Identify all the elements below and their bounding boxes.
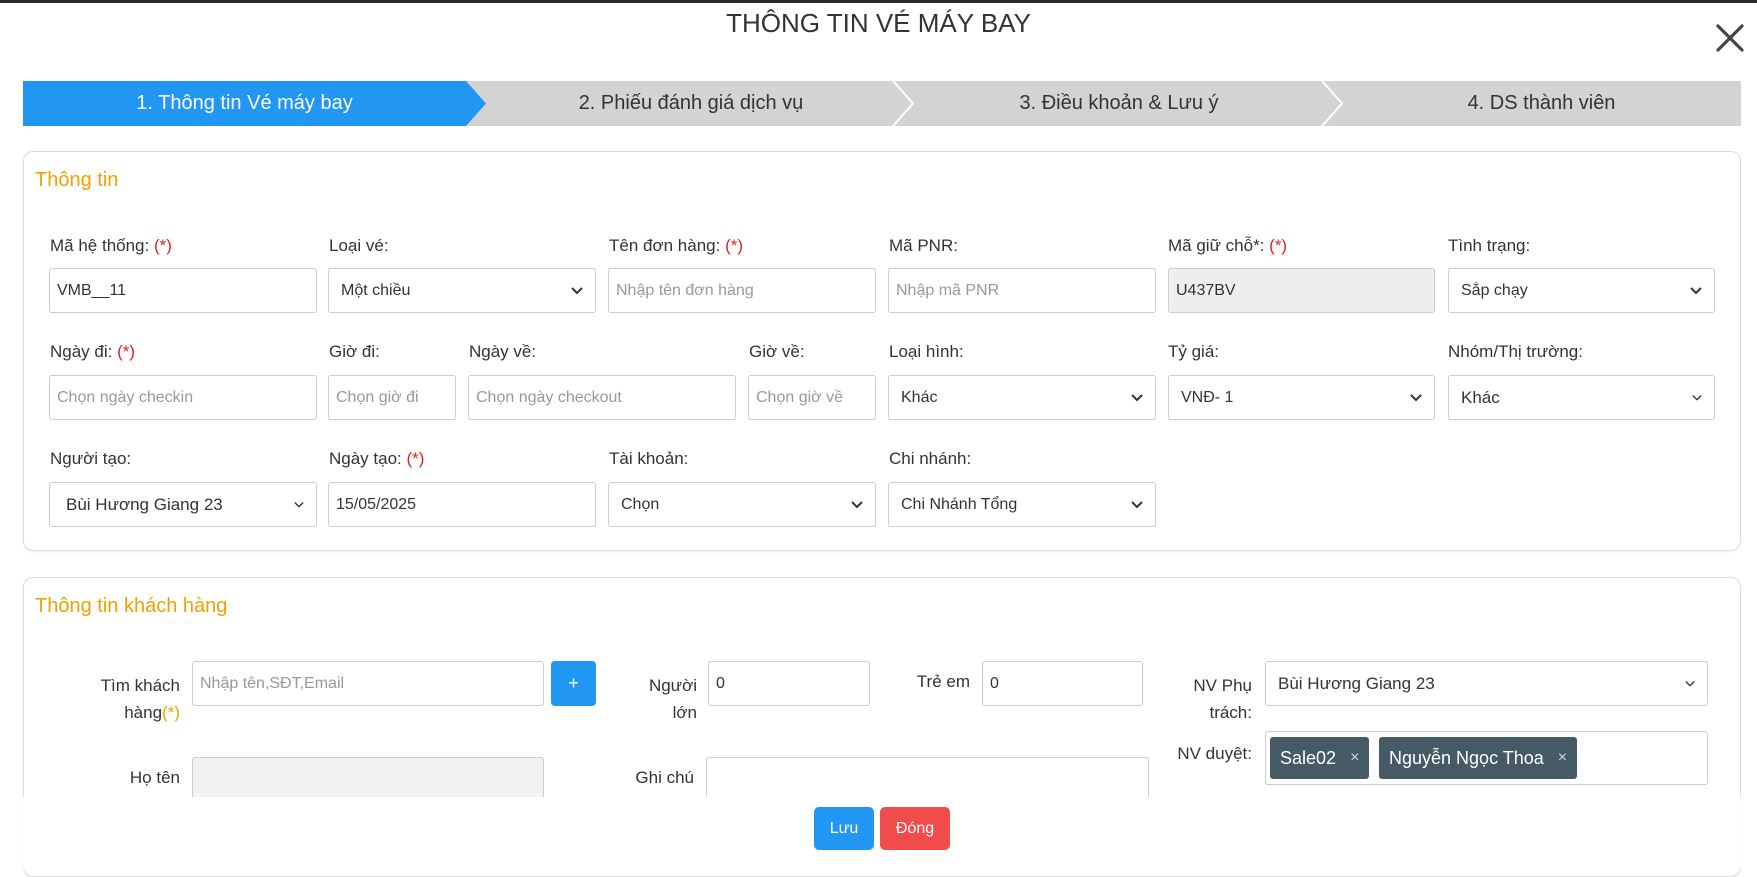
modal-title: THÔNG TIN VÉ MÁY BAY: [726, 8, 1031, 38]
nhom-select[interactable]: Khác: [1448, 375, 1715, 420]
nguoi-tao-select[interactable]: Bùi Hương Giang 23: [49, 482, 317, 527]
ma-pnr-label: Mã PNR:: [889, 236, 958, 255]
ma-he-thong-input[interactable]: VMB__11: [49, 268, 317, 313]
nv-duyet-label: NV duyệt:: [1177, 744, 1252, 763]
ngay-ve-input[interactable]: Chọn ngày checkout: [468, 375, 736, 420]
nhom-label: Nhóm/Thị trường:: [1448, 342, 1583, 361]
gio-di-label: Giờ đi:: [329, 342, 380, 361]
ma-pnr-input[interactable]: Nhập mã PNR: [888, 268, 1156, 313]
gio-ve-label: Giờ về:: [749, 342, 805, 361]
save-button[interactable]: Lưu: [814, 807, 874, 850]
ngay-ve-label: Ngày về:: [469, 342, 537, 361]
tim-khach-hang-input[interactable]: Nhập tên,SĐT,Email: [192, 661, 544, 706]
chi-nhanh-label: Chi nhánh:: [889, 449, 972, 468]
chevron-down-icon: [1692, 394, 1702, 401]
chevron-down-icon: [571, 286, 583, 294]
chevron-down-icon: [851, 500, 863, 508]
nguoi-lon-input[interactable]: 0: [708, 661, 870, 706]
gio-di-input[interactable]: Chọn giờ đi: [328, 375, 456, 420]
chevron-down-icon: [1685, 680, 1695, 687]
tab-phieu-danh-gia[interactable]: 2. Phiếu đánh giá dịch vụ: [486, 81, 896, 126]
loai-hinh-label: Loại hình:: [889, 342, 964, 361]
tab-ds-thanh-vien[interactable]: 4. DS thành viên: [1342, 81, 1741, 126]
loai-ve-select[interactable]: Một chiều: [328, 268, 596, 313]
chi-nhanh-select[interactable]: Chi Nhánh Tổng: [888, 482, 1156, 527]
top-strip: [0, 0, 1757, 3]
ghi-chu-textarea[interactable]: [706, 757, 1149, 801]
tai-khoan-select[interactable]: Chọn: [608, 482, 876, 527]
ghi-chu-label: Ghi chú: [635, 768, 694, 787]
ty-gia-select[interactable]: VNĐ- 1: [1168, 375, 1435, 420]
ngay-tao-input[interactable]: 15/05/2025: [328, 482, 596, 527]
ten-don-hang-label: Tên đơn hàng: (*): [609, 236, 744, 255]
tim-khach-hang-label: Tìm khách hàng(*): [100, 676, 180, 722]
ten-don-hang-input[interactable]: Nhập tên đơn hàng: [608, 268, 876, 313]
nguoi-tao-label: Người tạo:: [50, 449, 132, 468]
chevron-down-icon: [1690, 286, 1702, 294]
remove-tag-icon[interactable]: ×: [1558, 749, 1567, 767]
tab-thong-tin-ve[interactable]: 1. Thông tin Vé máy bay: [23, 81, 466, 126]
nv-phu-trach-select[interactable]: Bùi Hương Giang 23: [1265, 661, 1708, 706]
tai-khoan-label: Tài khoản:: [609, 449, 689, 468]
info-card-title: Thông tin: [35, 169, 119, 191]
tinh-trang-select[interactable]: Sắp chạy: [1448, 268, 1715, 313]
ngay-di-input[interactable]: Chọn ngày checkin: [49, 375, 317, 420]
ma-giu-cho-input[interactable]: U437BV: [1168, 268, 1435, 313]
tre-em-input[interactable]: 0: [982, 661, 1143, 706]
loai-hinh-select[interactable]: Khác: [888, 375, 1156, 420]
ma-giu-cho-label: Mã giữ chỗ*: (*): [1168, 236, 1288, 255]
ho-ten-input[interactable]: [192, 757, 544, 802]
chevron-down-icon: [1131, 393, 1143, 401]
wizard-steps: 1. Thông tin Vé máy bay 2. Phiếu đánh gi…: [23, 81, 1741, 126]
nv-duyet-tag: Nguyễn Ngọc Thoa ×: [1379, 737, 1578, 779]
close-icon[interactable]: [1712, 20, 1748, 56]
tre-em-label: Trẻ em: [916, 672, 970, 691]
gio-ve-input[interactable]: Chọn giờ về: [748, 375, 876, 420]
ngay-di-label: Ngày đi: (*): [50, 342, 136, 361]
nguoi-lon-label: Người lớn: [648, 676, 697, 722]
nv-phu-trach-label: NV Phụ trách:: [1193, 676, 1252, 722]
tinh-trang-label: Tình trạng:: [1448, 236, 1531, 255]
remove-tag-icon[interactable]: ×: [1350, 749, 1359, 767]
customer-card-title: Thông tin khách hàng: [35, 595, 228, 617]
loai-ve-label: Loại vé:: [329, 236, 389, 255]
chevron-down-icon: [1131, 500, 1143, 508]
ngay-tao-label: Ngày tạo: (*): [329, 449, 425, 468]
chevron-down-icon: [294, 501, 304, 508]
tab-dieu-khoan[interactable]: 3. Điều khoản & Lưu ý: [913, 81, 1325, 126]
nv-duyet-tag: Sale02 ×: [1270, 737, 1370, 779]
ho-ten-label: Họ tên: [129, 768, 180, 787]
ma-he-thong-label: Mã hệ thống: (*): [50, 236, 172, 255]
close-button[interactable]: Đóng: [880, 807, 950, 850]
add-customer-button[interactable]: +: [551, 661, 596, 706]
chevron-down-icon: [1410, 393, 1422, 401]
ty-gia-label: Tỷ giá:: [1168, 342, 1220, 361]
